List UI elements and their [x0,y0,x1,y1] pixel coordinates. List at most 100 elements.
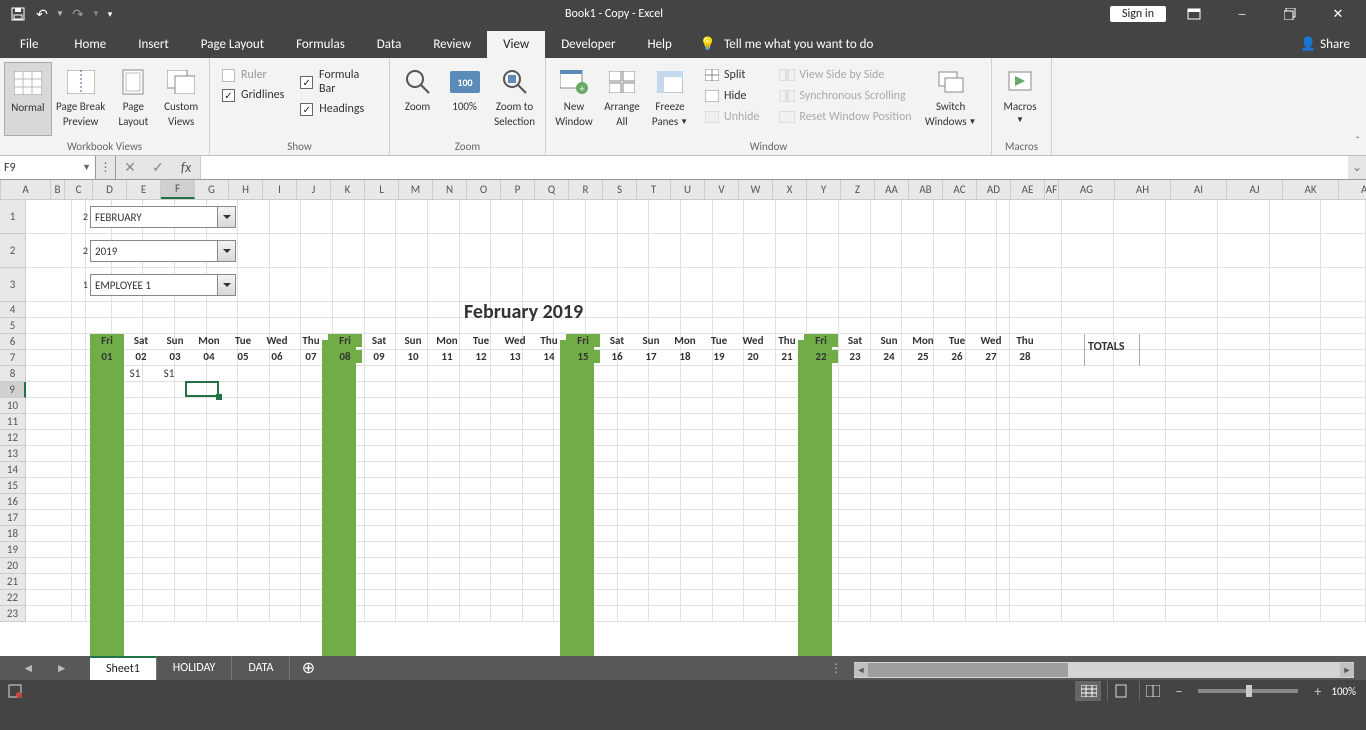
row-header[interactable]: 21 [0,574,26,590]
column-header[interactable]: V [705,180,739,199]
gridlines-checkbox[interactable]: Gridlines [222,88,284,102]
share-button[interactable]: 👤Share [1284,31,1366,58]
zoom-slider[interactable] [1198,689,1298,693]
row-header[interactable]: 19 [0,542,26,558]
column-header[interactable]: S [603,180,637,199]
enter-formula-button[interactable]: ✓ [144,156,172,180]
normal-view-button[interactable]: Normal [4,62,52,136]
dropdown-combo2[interactable]: 2019 [90,240,236,262]
tab-formulas[interactable]: Formulas [280,31,361,58]
sheet-tab-holiday[interactable]: HOLIDAY [157,656,233,680]
scroll-left-button[interactable]: ◄ [854,663,868,677]
row-header[interactable]: 3 [0,268,26,302]
redo-dropdown-icon[interactable]: ▼ [90,2,102,26]
close-button[interactable]: ✕ [1318,0,1358,28]
row-header[interactable]: 15 [0,478,26,494]
column-header[interactable]: AB [909,180,943,199]
column-header[interactable]: AD [977,180,1011,199]
restore-button[interactable] [1270,0,1310,28]
undo-button[interactable]: ↶ [30,2,54,26]
row-header[interactable]: 8 [0,366,26,382]
arrange-all-button[interactable]: ArrangeAll [598,62,646,136]
zoom-level[interactable]: 100% [1331,685,1356,698]
zoom-thumb[interactable] [1246,685,1252,697]
column-header[interactable]: L [365,180,399,199]
sheet-nav[interactable]: ◄ ► [0,656,90,680]
chevron-down-icon[interactable] [217,207,235,227]
row-header[interactable]: 4 [0,302,26,318]
redo-button[interactable]: ↷ [66,2,90,26]
tab-view[interactable]: View [487,31,545,58]
tab-file[interactable]: File [0,31,58,58]
undo-dropdown-icon[interactable]: ▼ [54,2,66,26]
column-header[interactable]: F [161,180,195,199]
tab-insert[interactable]: Insert [122,31,185,58]
sheet-tab-data[interactable]: DATA [232,656,290,680]
column-header[interactable]: O [467,180,501,199]
horizontal-scrollbar[interactable]: ◄ ► [854,662,1354,678]
split-button[interactable]: Split [702,66,761,84]
spreadsheet-grid[interactable]: ABCDEFGHIJKLMNOPQRSTUVWXYZAAABACADAEAFAG… [0,180,1366,656]
row-header[interactable]: 6 [0,334,26,350]
page-break-status-button[interactable] [1139,681,1165,701]
formula-bar-checkbox[interactable]: Formula Bar [300,68,377,96]
chevron-down-icon[interactable] [217,241,235,261]
row-header[interactable]: 9 [0,382,26,398]
column-header[interactable]: U [671,180,705,199]
row-header[interactable]: 14 [0,462,26,478]
tab-home[interactable]: Home [58,31,122,58]
macro-record-icon[interactable] [8,684,22,698]
zoom-100-button[interactable]: 100100% [441,62,488,136]
column-header[interactable]: W [739,180,773,199]
zoom-button[interactable]: Zoom [394,62,441,136]
column-header[interactable]: G [195,180,229,199]
new-window-button[interactable]: +NewWindow [550,62,598,136]
row-header[interactable]: 2 [0,234,26,268]
column-header[interactable]: Q [535,180,569,199]
column-header[interactable]: AE [1011,180,1045,199]
tell-me[interactable]: 💡Tell me what you want to do [688,31,886,58]
column-header[interactable]: Z [841,180,875,199]
row-header[interactable]: 17 [0,510,26,526]
row-header[interactable]: 22 [0,590,26,606]
page-break-preview-button[interactable]: Page BreakPreview [52,62,110,136]
column-header[interactable]: N [433,180,467,199]
column-header[interactable]: AL [1339,180,1366,199]
column-header[interactable]: E [127,180,161,199]
column-header[interactable]: D [93,180,127,199]
row-header[interactable]: 1 [0,200,26,234]
row-header[interactable]: 20 [0,558,26,574]
row-header[interactable]: 16 [0,494,26,510]
cells-area[interactable]: 221FEBRUARY2019EMPLOYEE 1February 2019Fr… [26,200,1366,656]
dropdown-combo3[interactable]: EMPLOYEE 1 [90,274,236,296]
column-header[interactable]: AH [1115,180,1171,199]
row-header[interactable]: 7 [0,350,26,366]
column-header[interactable]: X [773,180,807,199]
formula-bar[interactable] [201,156,1348,179]
name-box-divider[interactable]: ⋮ [96,156,116,179]
zoom-in-button[interactable]: + [1310,683,1325,700]
switch-windows-button[interactable]: SwitchWindows▼ [922,62,980,136]
column-header[interactable]: AI [1171,180,1227,199]
row-header[interactable]: 5 [0,318,26,334]
tab-page-layout[interactable]: Page Layout [185,31,280,58]
page-layout-status-button[interactable] [1107,681,1133,701]
scroll-right-button[interactable]: ► [1340,663,1354,677]
column-header[interactable]: AK [1283,180,1339,199]
column-header[interactable]: T [637,180,671,199]
row-header[interactable]: 11 [0,414,26,430]
row-header[interactable]: 13 [0,446,26,462]
chevron-down-icon[interactable]: ▼ [82,162,91,173]
column-header[interactable]: J [297,180,331,199]
fill-handle[interactable] [216,394,222,400]
normal-view-status-button[interactable] [1075,681,1101,701]
tab-help[interactable]: Help [631,31,687,58]
column-header[interactable]: I [263,180,297,199]
row-header[interactable]: 18 [0,526,26,542]
save-button[interactable] [6,2,30,26]
column-header[interactable]: K [331,180,365,199]
signin-button[interactable]: Sign in [1110,6,1166,22]
sheet-tab-sheet1[interactable]: Sheet1 [90,656,157,680]
custom-views-button[interactable]: CustomViews [157,62,205,136]
scroll-thumb[interactable] [868,663,1068,677]
